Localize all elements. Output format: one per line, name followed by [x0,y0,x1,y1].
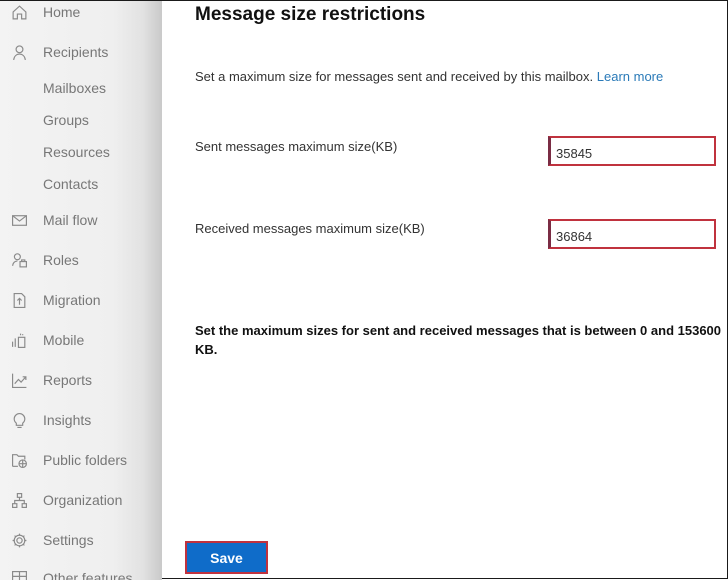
sidebar-item-label: Groups [43,112,89,128]
grid-icon [10,569,28,580]
roles-icon [10,251,28,269]
mobile-icon [10,331,28,349]
gear-icon [10,531,28,549]
reports-icon [10,371,28,389]
sidebar-item-label: Home [43,4,81,20]
migration-icon [10,291,28,309]
mail-icon [10,211,28,229]
sidebar-nav: Home Recipients Mailboxes Groups Resourc… [0,1,162,580]
learn-more-link[interactable]: Learn more [597,69,663,84]
page-title: Message size restrictions [195,4,426,25]
sidebar-item-label: Resources [43,144,110,160]
sidebar-item-label: Insights [43,412,92,428]
sidebar-item-label: Contacts [43,176,99,192]
sidebar-item-label: Mailboxes [43,80,107,96]
sidebar-item-label: Recipients [43,44,109,60]
public-folder-icon [10,451,28,469]
sidebar-item-label: Settings [43,532,94,548]
save-button[interactable]: Save [185,541,268,574]
panel-description: Set a maximum size for messages sent and… [195,69,663,84]
sidebar-item-label: Organization [43,492,123,508]
description-text: Set a maximum size for messages sent and… [195,69,594,84]
sidebar-item-label: Mail flow [43,212,98,228]
sidebar-item-label: Migration [43,292,101,308]
organization-icon [10,491,28,509]
sidebar-item-label: Public folders [43,452,128,468]
sidebar-item-label: Reports [43,372,93,388]
received-size-input[interactable] [548,219,716,249]
sidebar-item-label: Mobile [43,332,85,348]
sent-size-label: Sent messages maximum size(KB) [195,139,398,154]
size-range-note: Set the maximum sizes for sent and recei… [195,323,722,357]
home-icon [10,3,28,21]
person-icon [10,43,28,61]
sidebar-item-label: Roles [43,252,79,268]
received-size-label: Received messages maximum size(KB) [195,221,425,236]
message-size-panel: Message size restrictions Set a maximum … [162,1,727,578]
sent-size-input[interactable] [548,136,716,166]
lightbulb-icon [10,411,28,429]
